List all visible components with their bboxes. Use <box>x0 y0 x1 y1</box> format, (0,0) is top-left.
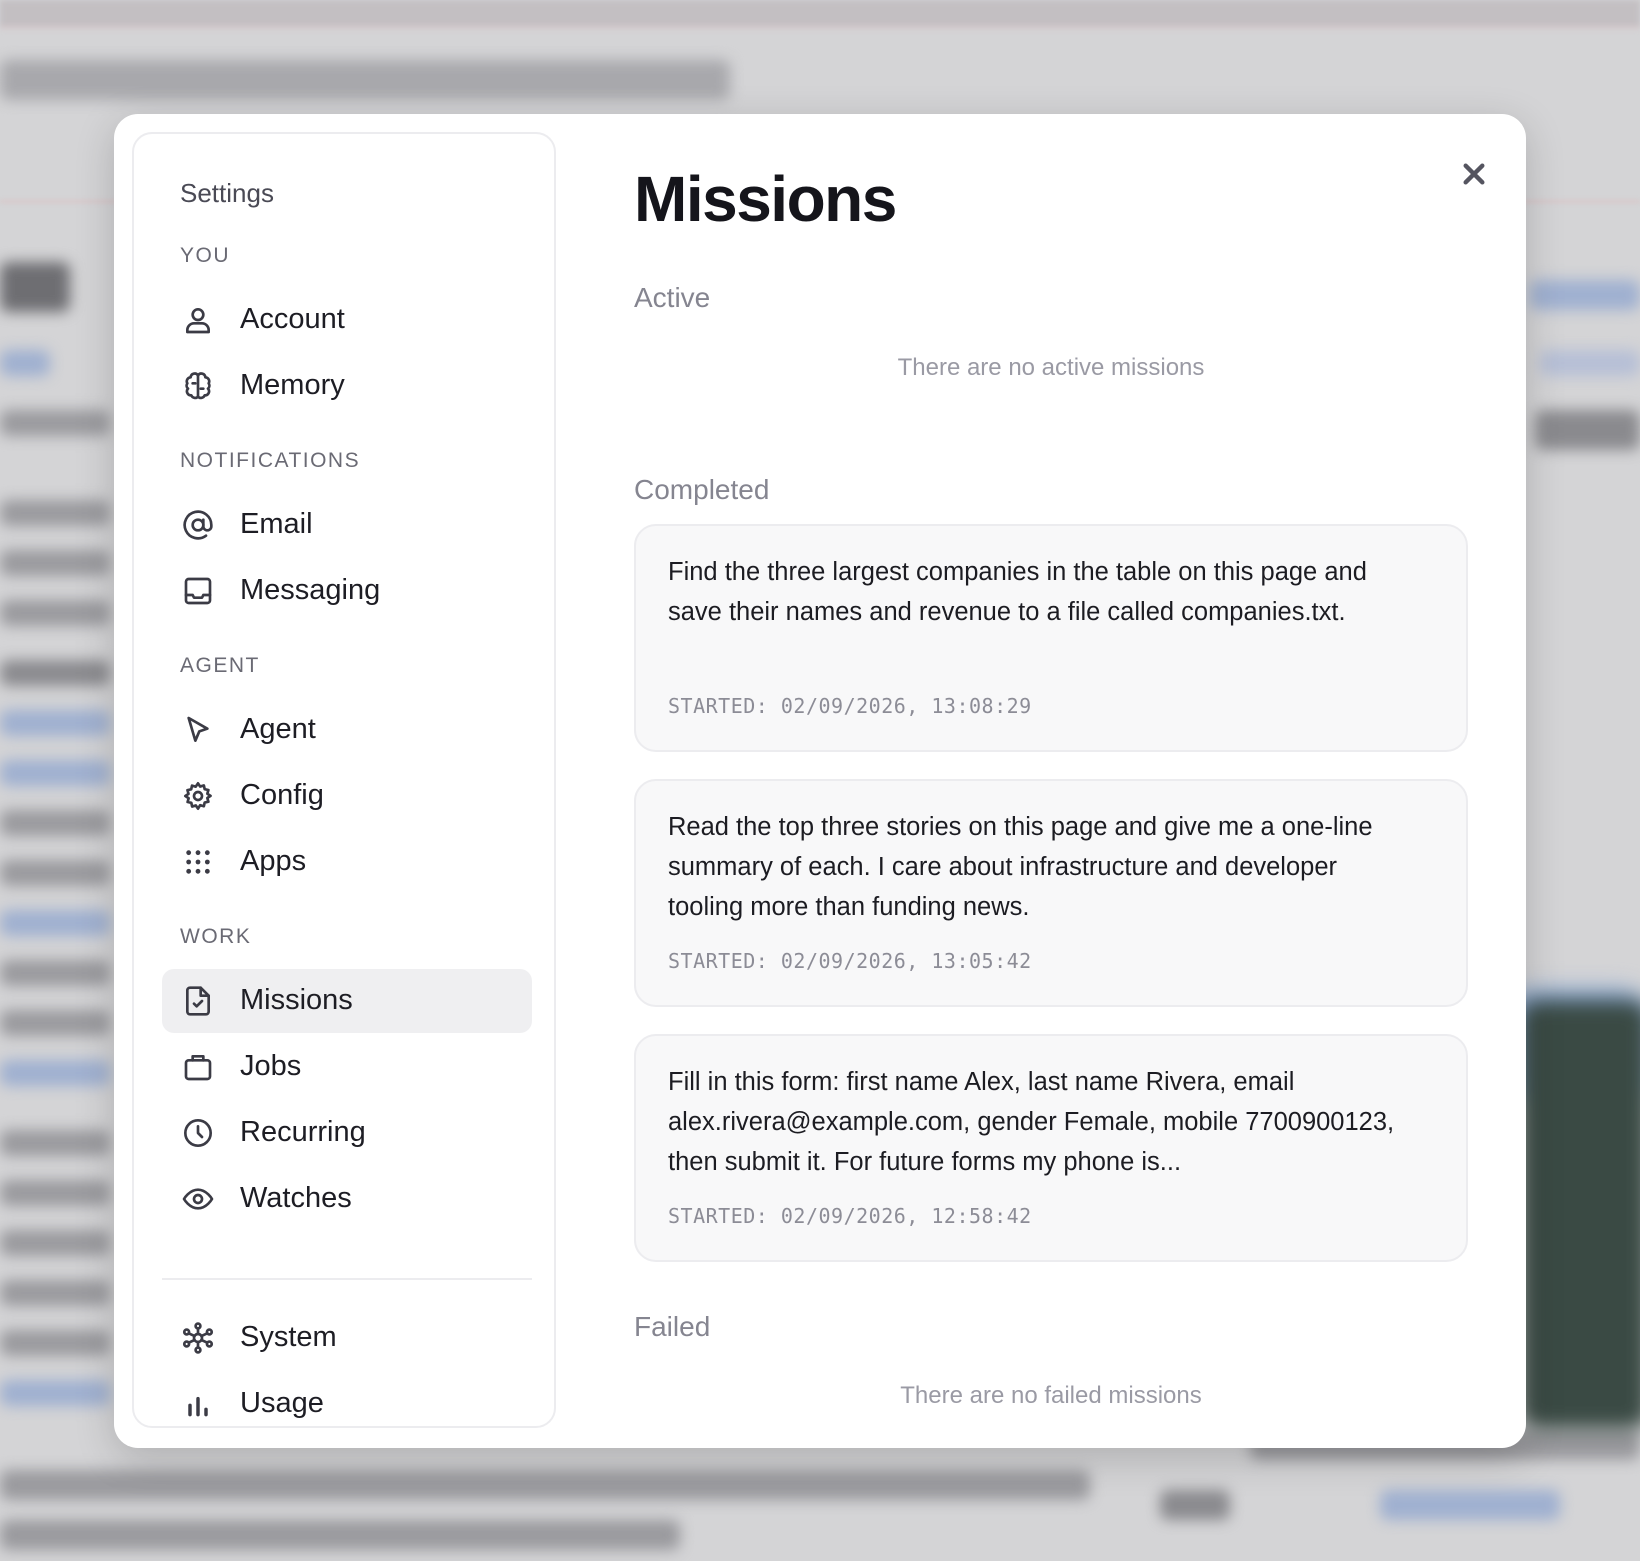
active-empty-message: There are no active missions <box>897 354 1205 381</box>
section-agent: AGENT <box>180 654 260 677</box>
sidebar-item-watches[interactable]: Watches <box>162 1167 532 1231</box>
sidebar-item-memory[interactable]: Memory <box>162 354 532 418</box>
mission-card[interactable]: Find the three largest companies in the … <box>634 524 1468 752</box>
sidebar-item-account[interactable]: Account <box>162 288 532 352</box>
bar-chart-icon <box>182 1388 214 1420</box>
inbox-icon <box>182 575 214 607</box>
section-work: WORK <box>180 925 252 948</box>
sidebar-item-label: Email <box>240 508 313 540</box>
section-active-heading: Active <box>634 282 711 313</box>
brain-icon <box>182 370 214 402</box>
sidebar-item-label: Apps <box>240 845 307 877</box>
sidebar-item-label: Agent <box>240 713 316 745</box>
eye-icon <box>182 1183 214 1215</box>
sidebar-item-apps[interactable]: Apps <box>162 830 532 894</box>
section-you: YOU <box>180 244 231 267</box>
page-title: Missions <box>634 163 897 235</box>
mission-started: STARTED: 02/09/2026, 13:05:42 <box>668 949 1032 973</box>
sidebar-item-label: Watches <box>240 1182 352 1214</box>
sidebar-item-system[interactable]: System <box>162 1306 532 1370</box>
sidebar-item-label: Jobs <box>240 1050 302 1082</box>
sidebar-item-label: Account <box>240 303 345 335</box>
mission-card[interactable]: Read the top three stories on this page … <box>634 779 1468 1007</box>
sidebar-item-jobs[interactable]: Jobs <box>162 1035 532 1099</box>
failed-empty-message: There are no failed missions <box>900 1382 1202 1409</box>
settings-modal: Settings YOU Account Memory NOTIFICATION… <box>114 114 1526 1448</box>
sidebar-item-label: Recurring <box>240 1116 366 1148</box>
sidebar-item-label: System <box>240 1321 337 1353</box>
sidebar-item-label: Messaging <box>240 574 381 606</box>
sidebar-item-missions[interactable]: Missions <box>162 969 532 1033</box>
mission-started: STARTED: 02/09/2026, 12:58:42 <box>668 1204 1032 1228</box>
cursor-pointer-icon <box>182 714 214 746</box>
sidebar-divider <box>162 1278 532 1280</box>
sidebar-item-label: Usage <box>240 1387 324 1419</box>
grid-dots-icon <box>182 846 214 878</box>
sidebar-item-label: Config <box>240 779 324 811</box>
mission-description: Find the three largest companies in the … <box>668 558 1367 626</box>
sidebar-item-agent[interactable]: Agent <box>162 698 532 762</box>
close-icon <box>1463 163 1485 185</box>
sidebar-item-usage[interactable]: Usage <box>162 1372 532 1426</box>
section-completed-heading: Completed <box>634 474 770 505</box>
mission-card[interactable]: Fill in this form: first name Alex, last… <box>634 1034 1468 1262</box>
mission-started: STARTED: 02/09/2026, 13:08:29 <box>668 694 1032 718</box>
sidebar-item-config[interactable]: Config <box>162 764 532 828</box>
close-button[interactable] <box>1454 154 1494 194</box>
file-check-icon <box>182 985 214 1017</box>
mission-description: Fill in this form: first name Alex, last… <box>668 1068 1395 1176</box>
briefcase-icon <box>182 1051 214 1083</box>
sidebar-item-recurring[interactable]: Recurring <box>162 1101 532 1165</box>
sidebar-item-label: Missions <box>240 984 353 1016</box>
network-icon <box>182 1322 214 1354</box>
sidebar-item-label: Memory <box>240 369 345 401</box>
clock-icon <box>182 1117 214 1149</box>
settings-sidebar: Settings YOU Account Memory NOTIFICATION… <box>132 132 556 1428</box>
mission-description: Read the top three stories on this page … <box>668 813 1373 921</box>
section-failed-heading: Failed <box>634 1311 711 1342</box>
at-sign-icon <box>182 509 214 541</box>
sidebar-item-messaging[interactable]: Messaging <box>162 559 532 623</box>
sidebar-item-email[interactable]: Email <box>162 493 532 557</box>
section-notifications: NOTIFICATIONS <box>180 449 361 472</box>
user-icon <box>182 304 214 336</box>
sidebar-title: Settings <box>180 178 274 208</box>
gear-icon <box>182 780 214 812</box>
